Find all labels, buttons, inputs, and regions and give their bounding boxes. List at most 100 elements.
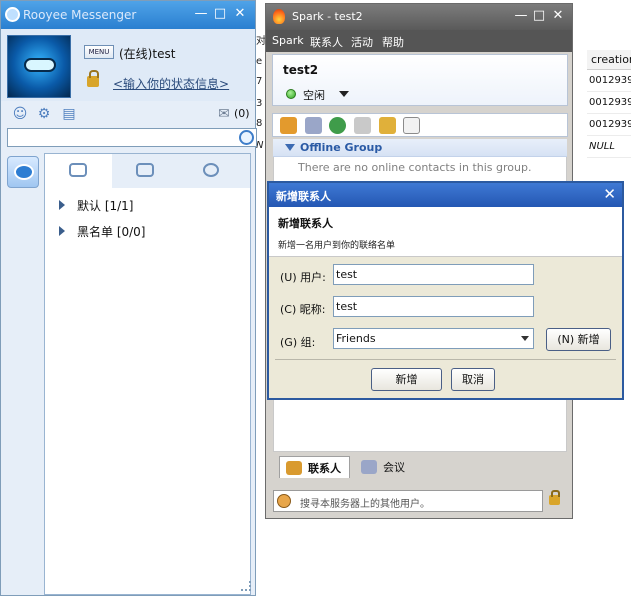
tab-contacts[interactable]: 联系人 — [279, 456, 350, 478]
rooyee-logo-icon — [5, 7, 20, 22]
dialog-subheading: 新增一名用户到你的联络名单 — [278, 241, 396, 251]
dialog-heading: 新增联系人 — [278, 217, 333, 230]
chat-bubble-icon — [14, 164, 34, 180]
partial-text: 7 — [256, 76, 263, 87]
menu-help[interactable]: 帮助 — [382, 34, 404, 50]
cancel-button[interactable]: 取消 — [451, 368, 495, 391]
gear-icon[interactable]: ⚙ — [36, 106, 52, 122]
mail-icon[interactable]: ✉ — [216, 106, 232, 122]
minimize-icon[interactable]: — — [513, 8, 529, 24]
user-search-input[interactable]: 搜寻本服务器上的其他用户。 — [273, 490, 543, 512]
profile-area: MENU (在线)test <输入你的状态信息> — [1, 29, 255, 101]
lock-icon — [87, 70, 99, 87]
spark-bottom-tabs: 联系人 会议 — [273, 454, 567, 480]
user-status-box: test2 空闲 — [272, 54, 568, 106]
panel-tabs — [45, 154, 250, 188]
minimize-icon[interactable]: — — [193, 6, 209, 22]
table-cell: 0012939 — [587, 70, 631, 92]
globe-icon[interactable] — [329, 117, 346, 134]
broom-icon[interactable] — [379, 117, 396, 134]
maximize-icon[interactable]: □ — [531, 8, 547, 24]
message-icon — [69, 163, 87, 177]
search-placeholder: 搜寻本服务器上的其他用户。 — [300, 499, 430, 510]
new-group-button[interactable]: (N) 新增 — [546, 328, 611, 351]
add-button[interactable]: 新增 — [371, 368, 442, 391]
search-user-icon — [277, 494, 291, 508]
presence-text[interactable]: 空闲 — [303, 87, 325, 103]
group-label: 默认 [1/1] — [77, 198, 134, 213]
close-icon[interactable]: ✕ — [232, 6, 248, 22]
user-label: (U) 用户: — [280, 271, 326, 284]
contacts-panel: 默认 [1/1] 黑名单 [0/0] — [44, 153, 251, 595]
add-contact-dialog: 新增联系人 ✕ 新增联系人 新增一名用户到你的联络名单 (U) 用户: test… — [267, 181, 624, 400]
group-label: (G) 组: — [280, 336, 316, 349]
menu-actions[interactable]: 活动 — [351, 34, 373, 50]
tab-conferences[interactable]: 会议 — [357, 456, 405, 478]
collapse-arrow-icon[interactable] — [285, 144, 295, 151]
avatar-mask-icon — [24, 58, 56, 72]
chevron-down-icon[interactable] — [517, 329, 533, 348]
add-contact-icon[interactable]: ☺ — [12, 106, 28, 122]
user-field[interactable]: test — [333, 264, 534, 285]
search-icon[interactable] — [239, 130, 254, 145]
status-text[interactable]: (在线)test — [119, 45, 175, 62]
spark-titlebar[interactable]: Spark - test2 — □ ✕ — [266, 4, 572, 30]
tab-groups[interactable] — [112, 154, 179, 188]
presence-dot-icon — [286, 89, 296, 99]
presence-dropdown-icon[interactable] — [339, 91, 349, 97]
menu-spark[interactable]: Spark — [272, 34, 304, 47]
resize-grip[interactable] — [241, 581, 251, 591]
dialog-titlebar[interactable]: 新增联系人 ✕ — [269, 183, 622, 207]
tab-label: 联系人 — [308, 461, 341, 475]
notepad-icon[interactable] — [403, 117, 420, 134]
lock-icon[interactable] — [549, 490, 560, 505]
dialog-title: 新增联系人 — [276, 190, 331, 203]
close-icon[interactable]: ✕ — [603, 185, 616, 203]
nickname-field[interactable]: test — [333, 296, 534, 317]
tab-recent[interactable] — [179, 154, 246, 188]
menu-button[interactable]: MENU — [84, 45, 114, 59]
rooyee-toolbar: ☺ ⚙ ▤ ✉ (0) — [1, 101, 255, 127]
partial-text: 3 — [256, 98, 263, 109]
contacts-icon — [286, 460, 302, 475]
tree-group-default[interactable]: 默认 [1/1] — [45, 192, 250, 218]
tree-group-blacklist[interactable]: 黑名单 [0/0] — [45, 218, 250, 244]
spark-title: Spark - test2 — [292, 10, 363, 23]
group-name: Offline Group — [300, 141, 383, 154]
add-contact-icon[interactable] — [280, 117, 297, 134]
background-table: creation 0012939 0012939 0012939 NULL — [573, 50, 631, 160]
group-select[interactable]: Friends — [333, 328, 534, 349]
group-select-value: Friends — [336, 332, 376, 345]
dialog-header: 新增联系人 新增一名用户到你的联络名单 — [269, 207, 622, 257]
tab-contacts[interactable] — [45, 154, 112, 188]
search-input[interactable] — [7, 128, 257, 147]
chat-button[interactable] — [7, 156, 39, 188]
spark-flame-icon — [273, 9, 285, 24]
table-cell: 0012939 — [587, 114, 631, 136]
broadcast-icon[interactable] — [354, 117, 371, 134]
close-icon[interactable]: ✕ — [550, 8, 566, 24]
avatar[interactable] — [7, 35, 71, 98]
table-cell-null: NULL — [587, 136, 631, 158]
maximize-icon[interactable]: □ — [212, 6, 228, 22]
expand-arrow-icon[interactable] — [59, 200, 65, 210]
group-chat-icon — [136, 163, 154, 177]
status-message-link[interactable]: <输入你的状态信息> — [113, 75, 229, 92]
group-label: 黑名单 [0/0] — [77, 224, 146, 239]
menu-contacts[interactable]: 联系人 — [310, 34, 343, 50]
expand-arrow-icon[interactable] — [59, 226, 65, 236]
rooyee-window: Rooyee Messenger — □ ✕ MENU (在线)test <输入… — [0, 0, 257, 596]
username: test2 — [283, 63, 319, 77]
empty-group-message: There are no online contacts in this gro… — [298, 161, 532, 174]
rooyee-title: Rooyee Messenger — [23, 8, 137, 22]
offline-group-header[interactable]: Offline Group — [273, 139, 567, 157]
nickname-label: (C) 昵称: — [280, 303, 326, 316]
partial-text: e — [256, 56, 263, 67]
rooyee-titlebar[interactable]: Rooyee Messenger — □ ✕ — [1, 1, 255, 29]
divider — [275, 359, 616, 360]
notes-icon[interactable]: ▤ — [61, 106, 77, 122]
clock-icon — [203, 163, 219, 177]
spark-toolbar — [272, 113, 568, 137]
conference-icon[interactable] — [305, 117, 322, 134]
conference-icon — [361, 460, 377, 474]
